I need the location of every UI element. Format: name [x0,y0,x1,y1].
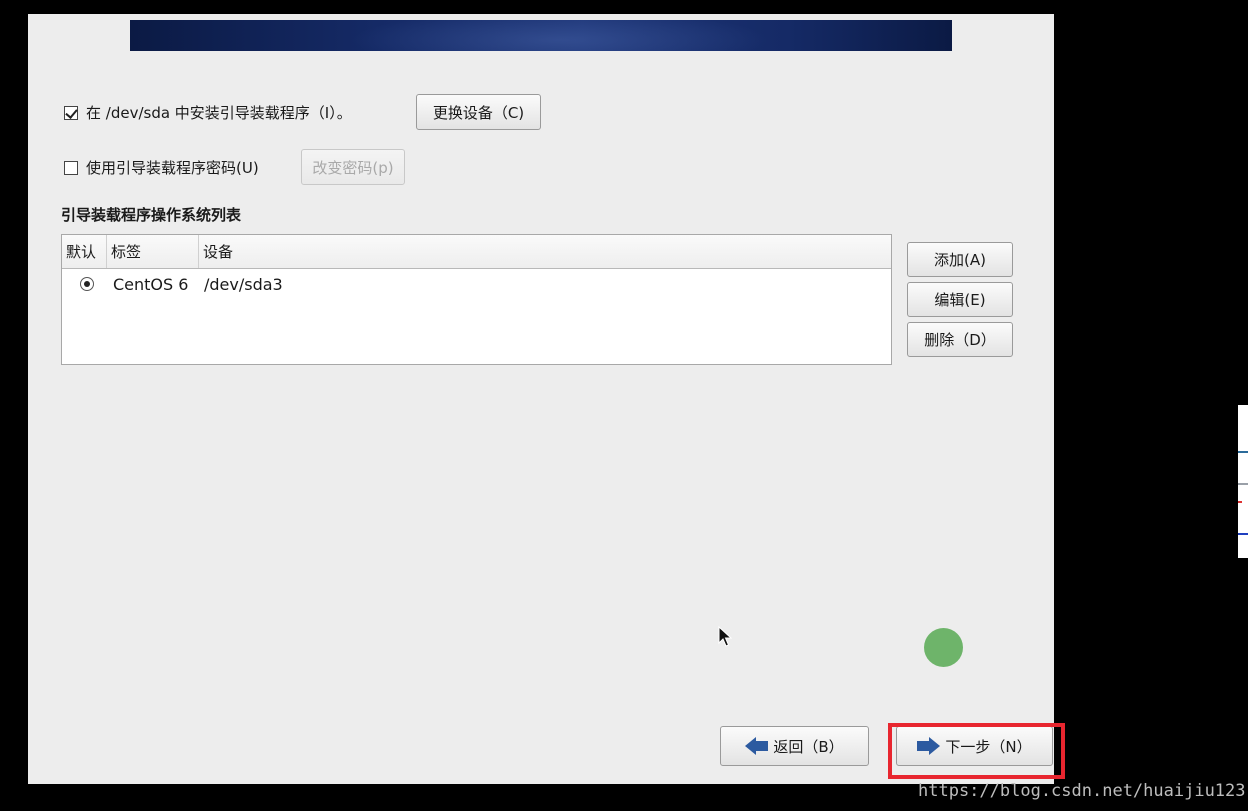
os-list-table: 默认 标签 设备 CentOS 6 /dev/sda3 [61,234,892,365]
install-bootloader-row[interactable]: 在 /dev/sda 中安装引导装载程序（I）。 [64,102,352,123]
install-bootloader-checkbox[interactable] [64,105,78,120]
delete-button[interactable]: 删除（D） [907,322,1013,357]
os-list-title: 引导装载程序操作系统列表 [61,206,242,224]
os-device-cell: /dev/sda3 [204,274,283,294]
fragment-line [1238,533,1248,535]
add-button[interactable]: 添加(A) [907,242,1013,277]
column-header-label[interactable]: 标签 [107,235,199,268]
default-cell [62,277,107,291]
os-list-header: 默认 标签 设备 [62,235,891,269]
arrow-left-icon [745,737,769,755]
watermark-text: https://blog.csdn.net/huaijiu123 [918,781,1246,801]
column-header-default[interactable]: 默认 [62,235,107,268]
click-indicator [924,628,963,667]
fragment-line [1238,451,1248,453]
column-header-device[interactable]: 设备 [199,235,891,268]
table-row[interactable]: CentOS 6 /dev/sda3 [62,269,891,299]
change-password-button[interactable]: 改变密码(p) [301,149,405,185]
next-button-highlight [888,723,1065,779]
background-window-fragment [1238,405,1248,558]
screen: 在 /dev/sda 中安装引导装载程序（I）。 更换设备（C) 使用引导装载程… [0,0,1248,811]
back-button[interactable]: 返回（B） [720,726,869,766]
install-bootloader-label: 在 /dev/sda 中安装引导装载程序（I）。 [86,104,352,122]
header-banner [130,20,952,51]
mouse-cursor-icon [718,626,732,647]
default-radio[interactable] [79,277,94,291]
back-button-label: 返回（B） [773,737,844,756]
installer-panel: 在 /dev/sda 中安装引导装载程序（I）。 更换设备（C) 使用引导装载程… [28,14,1054,784]
fragment-line [1238,501,1242,503]
os-label-cell: CentOS 6 [113,274,189,294]
bootloader-password-checkbox[interactable] [64,160,78,175]
bootloader-password-label: 使用引导装载程序密码(U) [86,159,259,177]
bootloader-password-row[interactable]: 使用引导装载程序密码(U) [64,157,259,178]
fragment-line [1238,483,1248,485]
change-device-button[interactable]: 更换设备（C) [416,94,541,130]
edit-button[interactable]: 编辑(E) [907,282,1013,317]
